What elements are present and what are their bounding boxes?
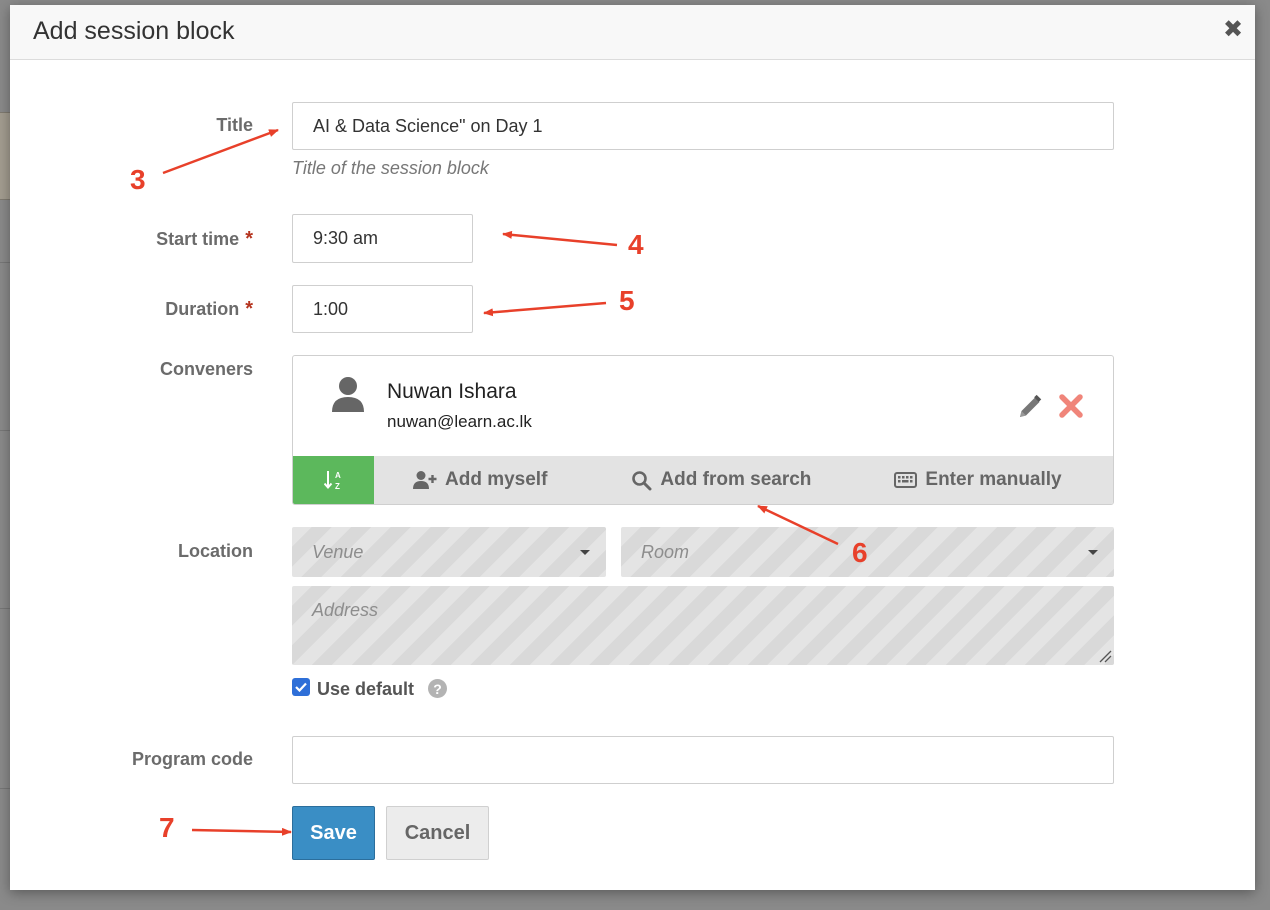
callout-5: 5: [619, 285, 635, 316]
tutorial-annotations: [162, 128, 839, 836]
arrow-to-add-from-search: [757, 504, 839, 546]
callout-3: 3: [130, 164, 146, 195]
callout-6: 6: [852, 537, 868, 568]
callout-7: 7: [159, 812, 175, 843]
arrow-to-save: [191, 827, 292, 836]
callout-4: 4: [628, 229, 644, 260]
arrow-to-start-time: [502, 230, 618, 247]
arrow-to-title: [162, 128, 279, 175]
arrow-to-duration: [483, 301, 607, 317]
